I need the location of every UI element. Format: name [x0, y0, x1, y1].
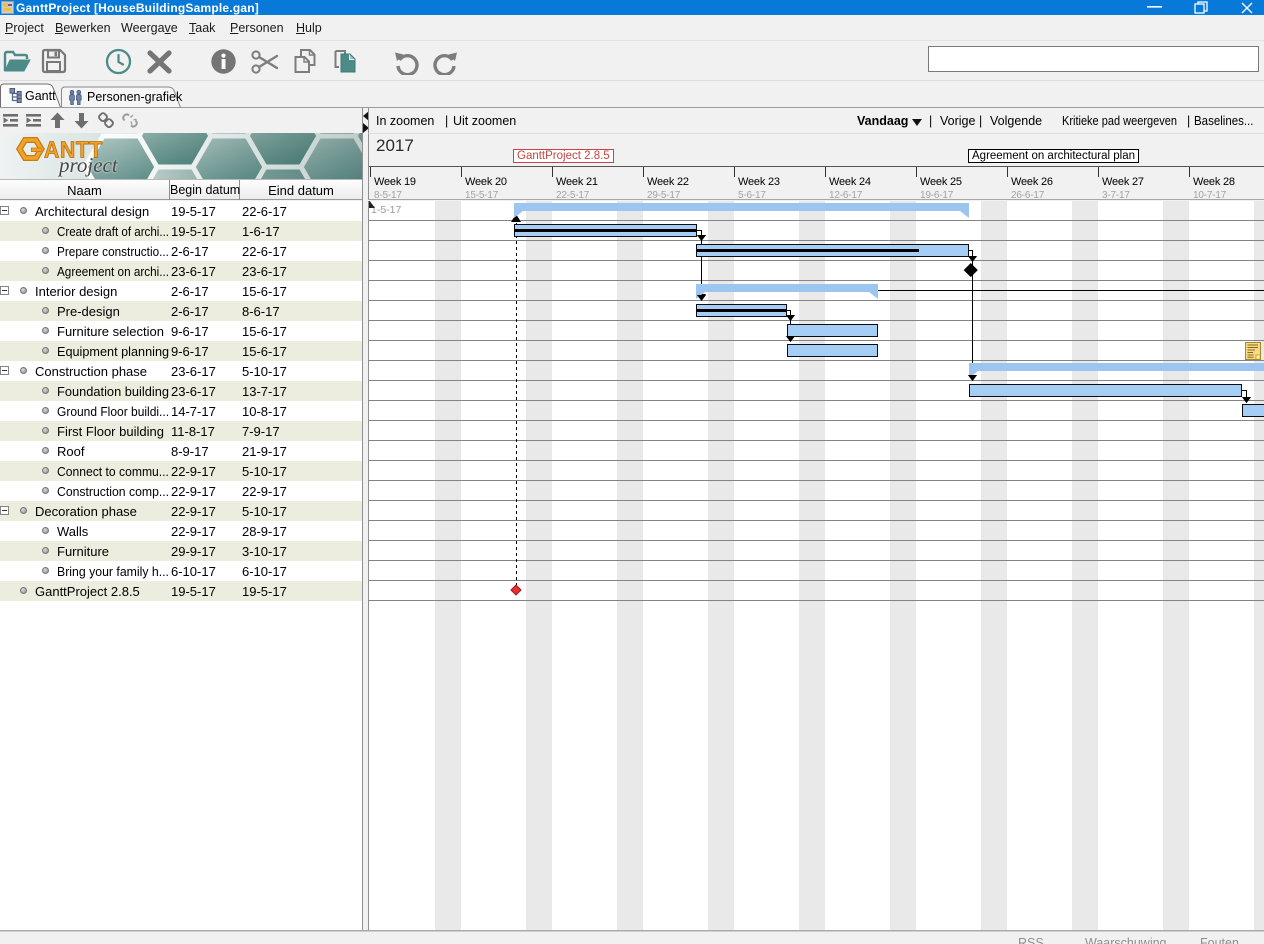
svg-text:project: project	[57, 153, 119, 177]
